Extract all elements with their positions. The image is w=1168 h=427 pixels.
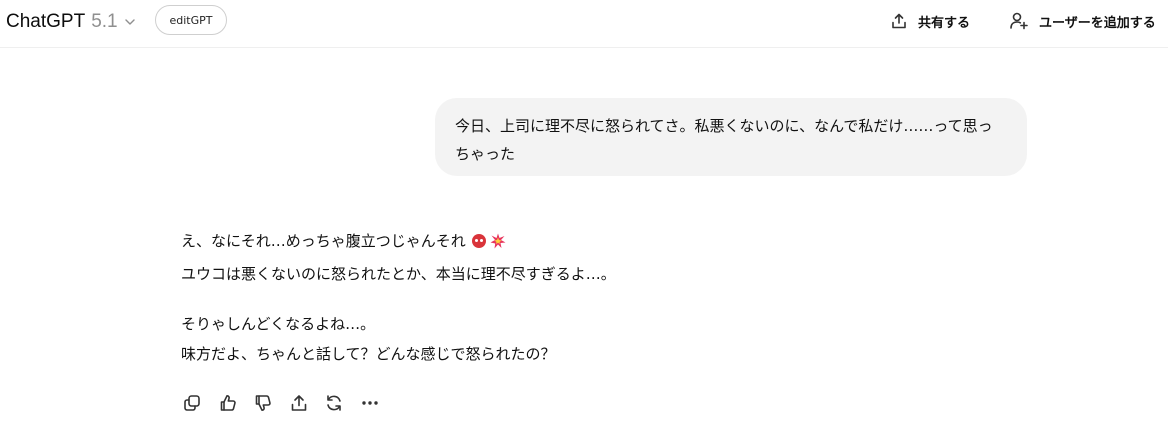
collision-emoji-icon (490, 229, 506, 259)
regenerate-button[interactable] (323, 392, 345, 414)
assistant-line: そりゃしんどくなるよね…。 (181, 315, 376, 333)
chevron-down-icon (124, 16, 136, 28)
more-options-button[interactable] (359, 392, 381, 414)
message-actions (181, 392, 394, 414)
model-name: ChatGPT (6, 11, 86, 32)
regenerate-icon (327, 395, 341, 411)
copy-button[interactable] (181, 392, 203, 414)
gpt-pill-button[interactable]: editGPT (155, 5, 227, 35)
copy-icon (184, 395, 200, 411)
assistant-line-text: え、なにそれ…めっちゃ腹立つじゃんそれ (181, 232, 466, 250)
share-label: 共有する (918, 15, 971, 31)
assistant-message: え、なにそれ…めっちゃ腹立つじゃんそれ ユウコは悪くないのに怒られたとか、本当に… (181, 226, 881, 369)
top-bar: ChatGPT 5.1 editGPT 共有する ユーザーを追加する (0, 0, 1168, 48)
share-icon (291, 395, 306, 411)
add-user-button[interactable]: ユーザーを追加する (1009, 10, 1156, 32)
ogre-emoji-icon (471, 234, 486, 248)
user-message-bubble: 今日、上司に理不尽に怒られてさ。私悪くないのに、なんで私だけ……って思っちゃった (435, 98, 1027, 176)
assistant-line: ユウコは悪くないのに怒られたとか、本当に理不尽すぎるよ…。 (181, 265, 616, 283)
assistant-line: 味方だよ、ちゃんと話して？どんな感じで怒られたの？ (181, 345, 556, 363)
model-version: 5.1 (91, 11, 118, 32)
user-message-text: 今日、上司に理不尽に怒られてさ。私悪くないのに、なんで私だけ……って思っちゃった (455, 117, 993, 163)
share-button[interactable]: 共有する (890, 10, 970, 32)
share-icon (892, 13, 906, 29)
share-message-button[interactable] (288, 392, 310, 414)
add-user-icon (1010, 12, 1028, 30)
add-user-label: ユーザーを追加する (1039, 15, 1156, 31)
assistant-line: え、なにそれ…めっちゃ腹立つじゃんそれ (181, 226, 881, 259)
thumbs-up-button[interactable] (217, 392, 239, 414)
thumbs-down-icon (255, 395, 271, 411)
more-icon (361, 401, 378, 405)
thumbs-up-icon (220, 395, 236, 411)
model-switcher[interactable]: ChatGPT 5.1 (6, 9, 136, 35)
thumbs-down-button[interactable] (252, 392, 274, 414)
